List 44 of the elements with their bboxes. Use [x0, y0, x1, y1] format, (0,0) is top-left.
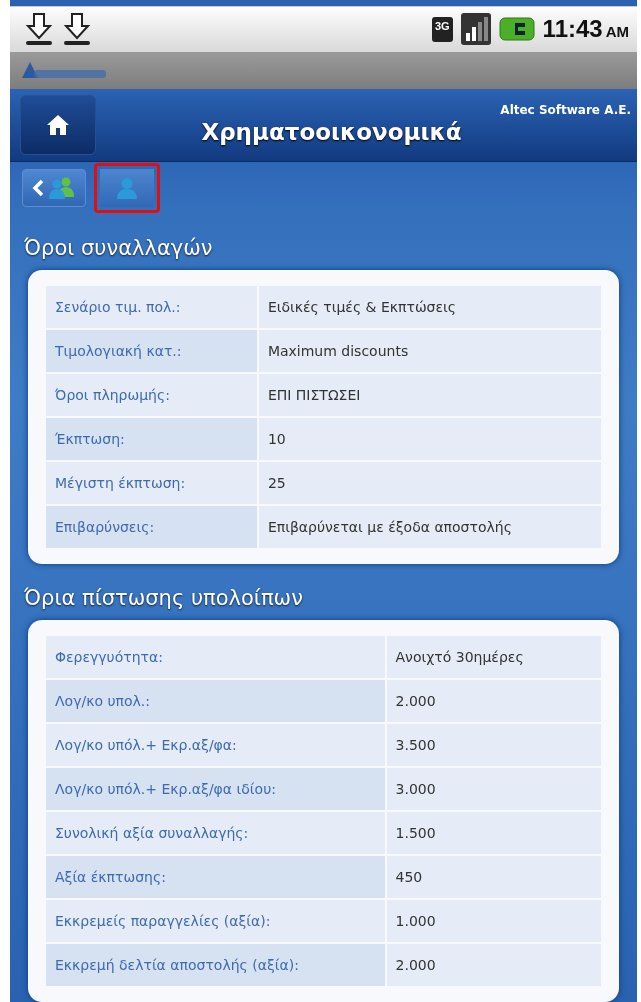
chevron-left-icon [32, 179, 44, 197]
field-value: Επιβαρύνεται με έξοδα αποστολής [258, 506, 601, 548]
field-label: Επιβαρύνσεις: [46, 506, 257, 548]
field-label: Αξία έκπτωσης: [46, 856, 385, 898]
field-value: ΕΠΙ ΠΙΣΤΩΣΕΙ [258, 374, 601, 416]
download-icon [62, 12, 92, 47]
screen-title: Χρηματοοικονομικά [200, 118, 463, 145]
field-label: Μέγιστη έκπτωση: [46, 462, 257, 504]
home-button[interactable] [20, 94, 96, 155]
home-icon [46, 112, 70, 137]
person-icon [116, 177, 138, 199]
people-icon [48, 177, 76, 199]
section-title: Όροι συναλλαγών [24, 236, 214, 260]
field-value: 1.500 [386, 812, 601, 854]
field-label: Εκκρεμείς παραγγελίες (αξία): [46, 900, 385, 942]
field-value: 2.000 [386, 944, 601, 986]
field-label: Σενάριο τιμ. πολ.: [46, 286, 257, 328]
field-label: Λογ/κο υπόλ.+ Εκρ.αξ/φα: [46, 724, 385, 766]
field-label: Όροι πληρωμής: [46, 374, 257, 416]
field-value: 3.500 [386, 724, 601, 766]
field-value: 450 [386, 856, 601, 898]
field-label: Λογ/κο υπόλ.+ Εκρ.αξ/φα ιδίου: [46, 768, 385, 810]
field-value: 25 [258, 462, 601, 504]
section-title: Όρια πίστωσης υπολοίπων [24, 586, 304, 610]
field-label: Συνολική αξία συναλλαγής: [46, 812, 385, 854]
network-type-icon: 3G [431, 16, 453, 42]
field-label: Εκκρεμή δελτία αποστολής (αξία): [46, 944, 385, 986]
field-value: 3.000 [386, 768, 601, 810]
signal-icon [460, 13, 491, 46]
company-name: Altec Software A.E. [500, 102, 631, 117]
field-value: 2.000 [386, 680, 601, 722]
field-value: Maximum discounts [258, 330, 601, 372]
field-value: 10 [258, 418, 601, 460]
field-label: Τιμολογιακή κατ.: [46, 330, 257, 372]
field-value: 1.000 [386, 900, 601, 942]
field-label: Φερεγγυότητα: [46, 636, 385, 678]
back-button[interactable] [22, 169, 86, 207]
battery-icon [498, 17, 535, 42]
field-value: Ανοιχτό 30ημέρες [386, 636, 601, 678]
clock-time: 11:43 AM [542, 15, 629, 44]
field-value: Ειδικές τιμές & Εκπτώσεις [258, 286, 601, 328]
field-label: Λογ/κο υπολ.: [46, 680, 385, 722]
field-label: Έκπτωση: [46, 418, 257, 460]
download-icon [24, 12, 54, 47]
